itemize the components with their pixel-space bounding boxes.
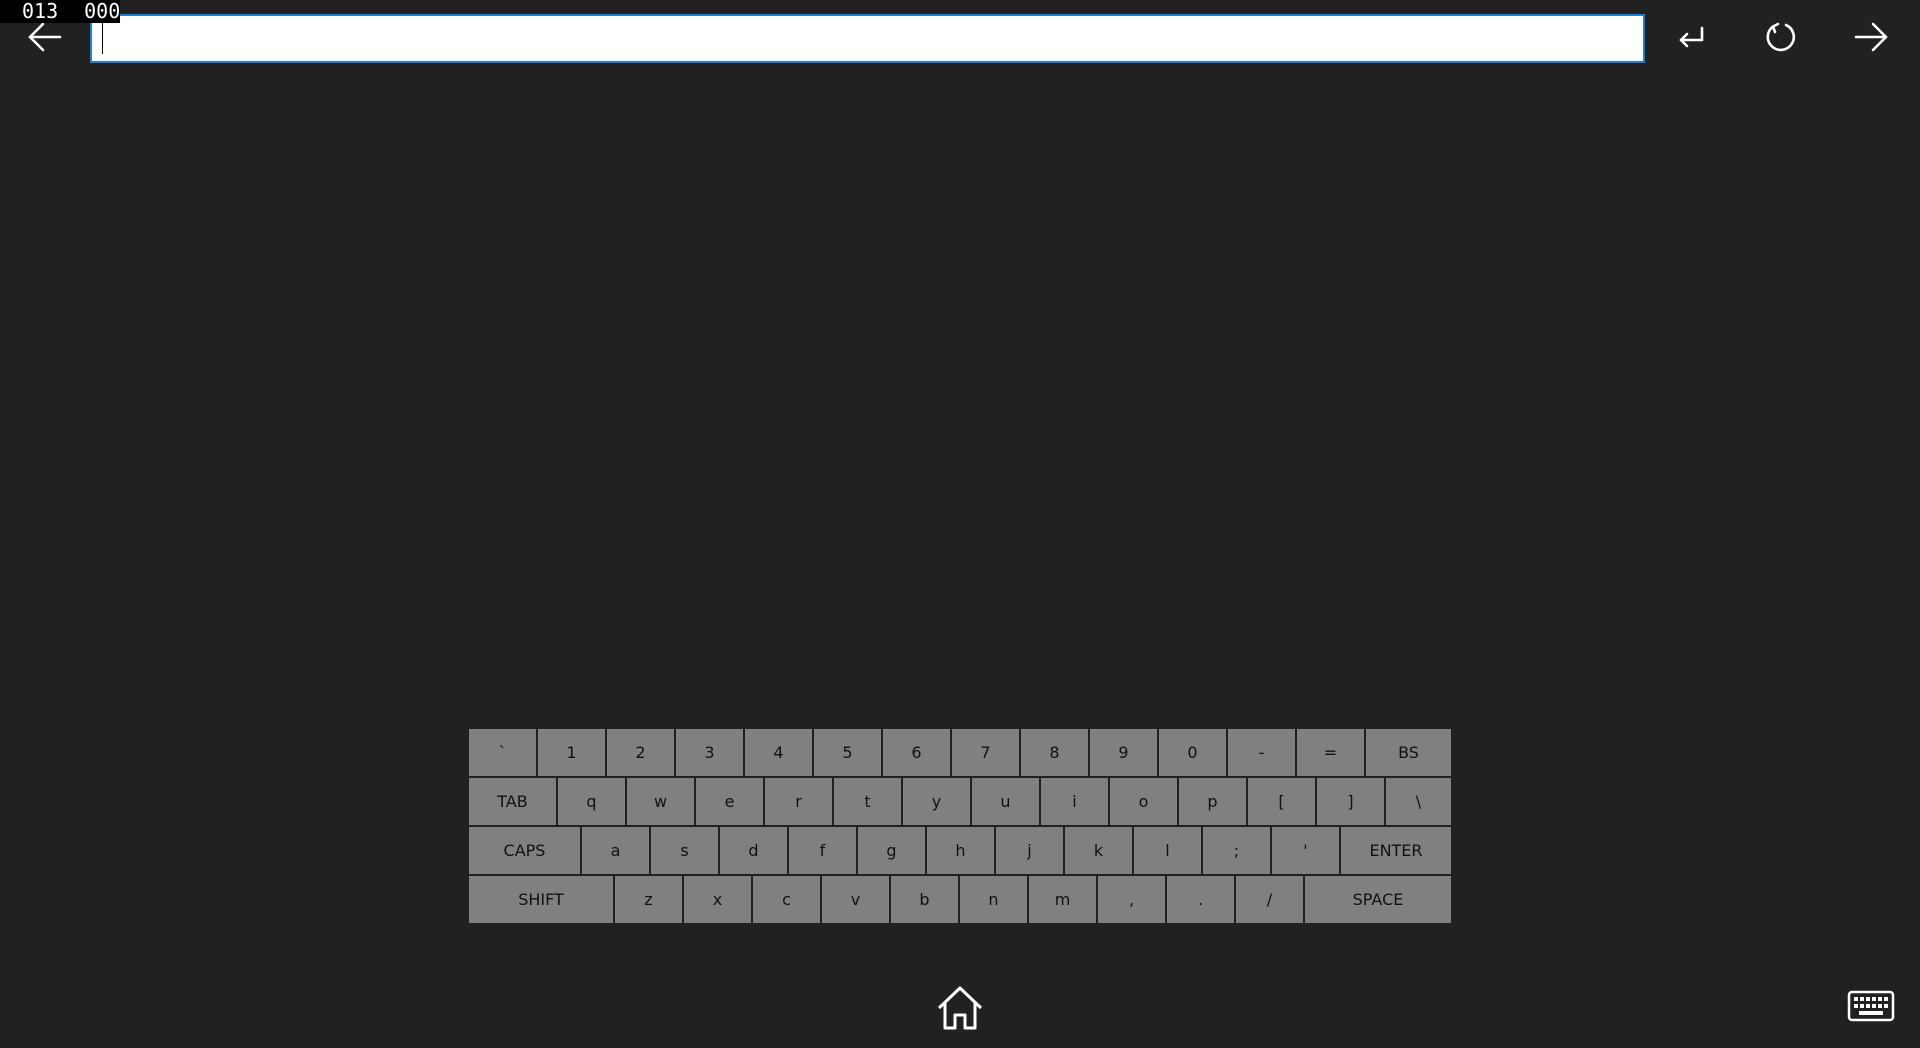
key-char[interactable]: 9 <box>1090 729 1157 776</box>
key-char[interactable]: n <box>960 876 1027 923</box>
home-button[interactable] <box>934 983 986 1033</box>
keyboard-row: CAPS a s d f g h j k l; ' ENTER <box>469 827 1451 874</box>
frame-counter: 013 000 <box>0 0 120 23</box>
key-shift[interactable]: SHIFT <box>469 876 613 923</box>
key-char[interactable]: r <box>765 778 832 825</box>
key-enter[interactable]: ENTER <box>1341 827 1451 874</box>
key-char[interactable]: 4 <box>745 729 812 776</box>
return-icon <box>1679 26 1704 48</box>
key-char[interactable]: i <box>1041 778 1108 825</box>
key-char[interactable]: e <box>696 778 763 825</box>
reload-icon <box>1766 22 1796 52</box>
key-char[interactable]: , <box>1098 876 1165 923</box>
keyboard-toggle-button[interactable] <box>1845 988 1897 1024</box>
key-char[interactable]: = <box>1297 729 1364 776</box>
counter-right: 000 <box>84 0 121 23</box>
key-char[interactable]: j <box>996 827 1063 874</box>
forward-button[interactable] <box>1846 12 1896 62</box>
key-char[interactable]: c <box>753 876 820 923</box>
key-char[interactable]: t <box>834 778 901 825</box>
home-icon <box>937 986 983 1030</box>
text-caret <box>102 23 103 54</box>
key-tab[interactable]: TAB <box>469 778 556 825</box>
key-char[interactable]: g <box>858 827 925 874</box>
key-char[interactable]: 6 <box>883 729 950 776</box>
key-char[interactable]: 3 <box>676 729 743 776</box>
key-char[interactable]: p <box>1179 778 1246 825</box>
arrow-left-icon <box>28 22 62 52</box>
key-char[interactable]: b <box>891 876 958 923</box>
key-char[interactable]: 2 <box>607 729 674 776</box>
key-char[interactable]: o <box>1110 778 1177 825</box>
key-char[interactable]: u <box>972 778 1039 825</box>
key-char[interactable]: l <box>1134 827 1201 874</box>
key-char[interactable]: . <box>1167 876 1234 923</box>
key-char[interactable]: 7 <box>952 729 1019 776</box>
key-char[interactable]: w <box>627 778 694 825</box>
key-char[interactable]: [ <box>1248 778 1315 825</box>
keyboard-row: TAB q w e r t y u i o p[] \ <box>469 778 1451 825</box>
key-char[interactable]: h <box>927 827 994 874</box>
key-char[interactable]: f <box>789 827 856 874</box>
key-char[interactable]: ; <box>1203 827 1270 874</box>
key-char[interactable]: 5 <box>814 729 881 776</box>
key-char[interactable]: s <box>651 827 718 874</box>
key-char[interactable]: ] <box>1317 778 1384 825</box>
url-input[interactable] <box>90 14 1645 63</box>
key-char[interactable]: 0 <box>1159 729 1226 776</box>
key-char[interactable]: - <box>1228 729 1295 776</box>
key-char[interactable]: 8 <box>1021 729 1088 776</box>
keyboard-row: SHIFT z x c v b n m,. / SPACE <box>469 876 1451 923</box>
key-char[interactable]: a <box>582 827 649 874</box>
key-char[interactable]: ` <box>469 729 536 776</box>
key-space[interactable]: SPACE <box>1305 876 1451 923</box>
keyboard-row: ` 1 2 3 4 5 6 7 8 9 0- = BS <box>469 729 1451 776</box>
key-char[interactable]: x <box>684 876 751 923</box>
counter-left: 013 <box>22 0 59 23</box>
key-char[interactable]: ' <box>1272 827 1339 874</box>
key-char[interactable]: 1 <box>538 729 605 776</box>
key-bs[interactable]: BS <box>1366 729 1451 776</box>
key-char[interactable]: \ <box>1386 778 1451 825</box>
arrow-right-icon <box>1854 22 1888 52</box>
key-char[interactable]: d <box>720 827 787 874</box>
key-char[interactable]: v <box>822 876 889 923</box>
reload-button[interactable] <box>1756 12 1806 62</box>
key-caps[interactable]: CAPS <box>469 827 580 874</box>
key-char[interactable]: q <box>558 778 625 825</box>
key-char[interactable]: z <box>615 876 682 923</box>
key-char[interactable]: / <box>1236 876 1303 923</box>
on-screen-keyboard: ` 1 2 3 4 5 6 7 8 9 0- = BS TAB q w e r t y u i o p[] \ CAPS a s d f g… <box>469 729 1451 925</box>
keyboard-icon <box>1847 990 1895 1022</box>
key-char[interactable]: k <box>1065 827 1132 874</box>
go-button[interactable] <box>1667 12 1717 62</box>
key-char[interactable]: m <box>1029 876 1096 923</box>
key-char[interactable]: y <box>903 778 970 825</box>
